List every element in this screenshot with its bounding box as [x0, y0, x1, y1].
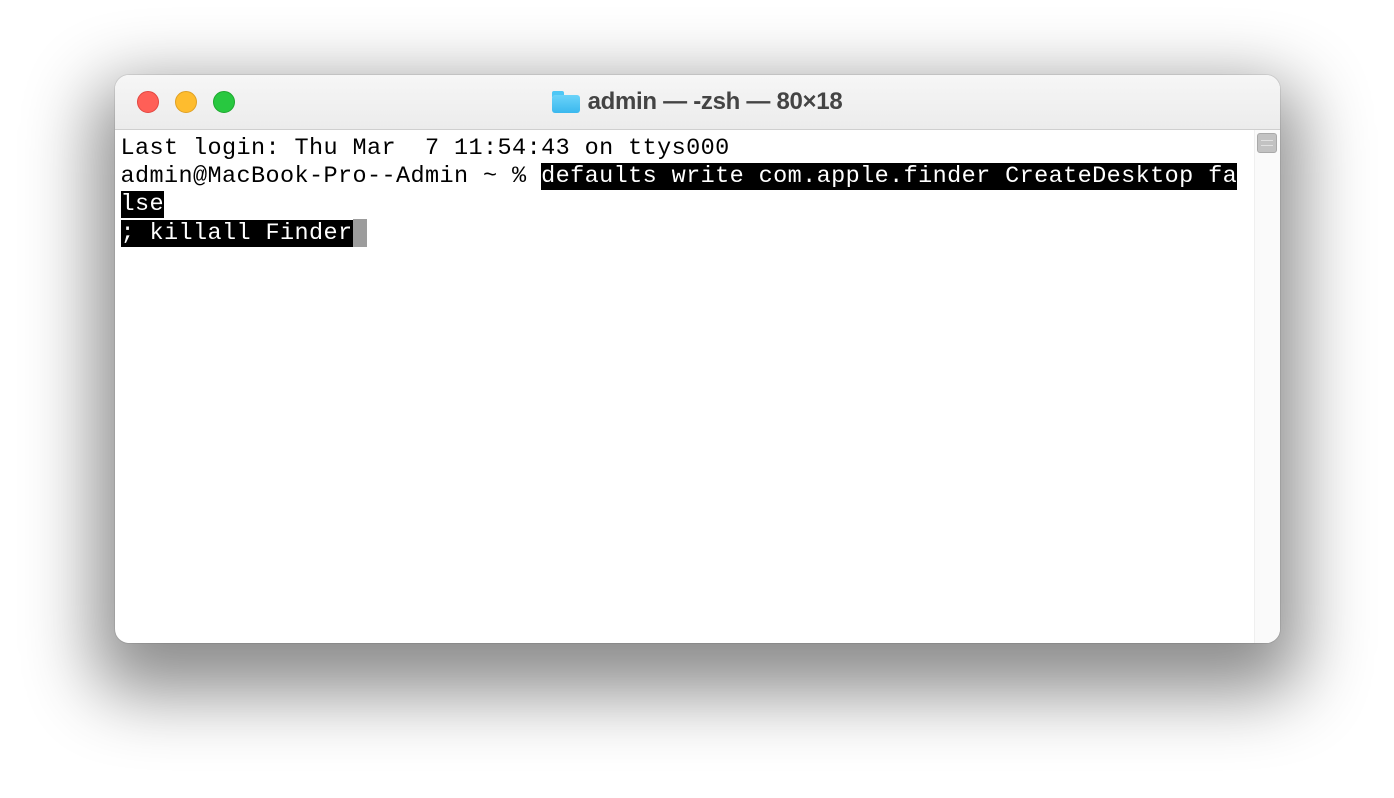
scroll-thumb-icon[interactable]: [1257, 133, 1277, 153]
title-wrap: admin — -zsh — 80×18: [115, 88, 1280, 116]
scrollbar[interactable]: [1254, 130, 1280, 643]
terminal-window: admin — -zsh — 80×18 Last login: Thu Mar…: [115, 75, 1280, 643]
window-titlebar[interactable]: admin — -zsh — 80×18: [115, 75, 1280, 130]
cursor: [353, 219, 367, 247]
maximize-icon[interactable]: [213, 91, 235, 113]
terminal-body: Last login: Thu Mar 7 11:54:43 on ttys00…: [115, 130, 1280, 643]
command-line-2: ; killall Finder: [121, 219, 1248, 248]
close-icon[interactable]: [137, 91, 159, 113]
prompt: admin@MacBook-Pro--Admin ~ %: [121, 163, 542, 190]
terminal-content[interactable]: Last login: Thu Mar 7 11:54:43 on ttys00…: [115, 130, 1254, 643]
minimize-icon[interactable]: [175, 91, 197, 113]
folder-icon: [552, 91, 580, 113]
traffic-lights: [137, 91, 235, 113]
command-selected-2: ; killall Finder: [121, 220, 353, 247]
window-title: admin — -zsh — 80×18: [588, 88, 843, 116]
last-login-line: Last login: Thu Mar 7 11:54:43 on ttys00…: [121, 135, 1248, 163]
prompt-line: admin@MacBook-Pro--Admin ~ % defaults wr…: [121, 163, 1248, 219]
